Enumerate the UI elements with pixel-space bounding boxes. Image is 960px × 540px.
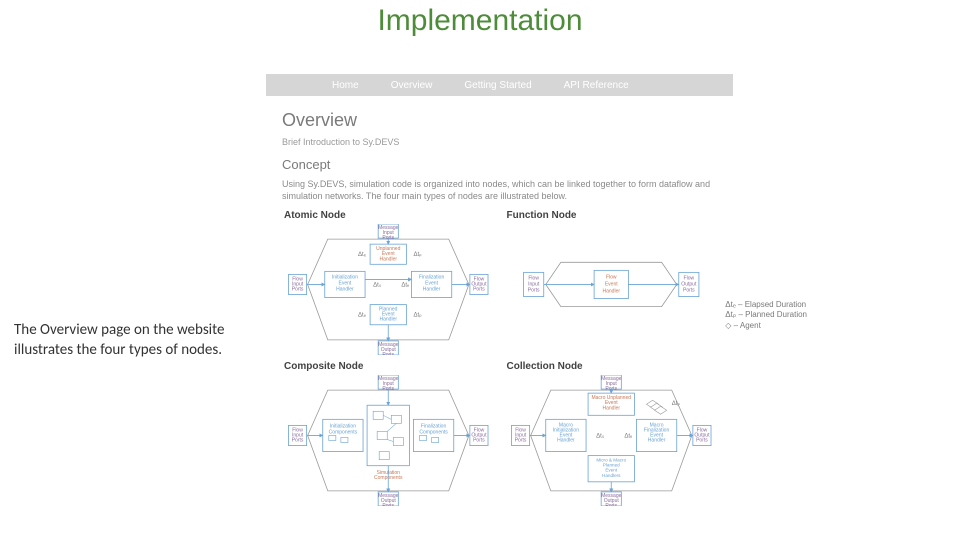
svg-text:Δtₑ: Δtₑ xyxy=(358,313,367,319)
svg-text:Δt₀: Δt₀ xyxy=(373,283,382,289)
nav-api-reference[interactable]: API Reference xyxy=(548,80,645,91)
svg-text:FlowInputPorts: FlowInputPorts xyxy=(514,428,526,444)
diagram-title: Composite Node xyxy=(284,361,363,372)
diagram-function-node: Function Node FlowInputPorts FlowOutputP… xyxy=(505,210,718,355)
navbar: Home Overview Getting Started API Refere… xyxy=(266,74,733,96)
svg-text:Δtₚ: Δtₚ xyxy=(671,402,680,408)
svg-text:FlowInputPorts: FlowInputPorts xyxy=(527,276,539,294)
legend-item: ◇ – Agent xyxy=(725,321,807,331)
page-body: Overview Brief Introduction to Sy.DEVS C… xyxy=(266,96,733,506)
browser-screenshot: Home Overview Getting Started API Refere… xyxy=(266,74,733,534)
legend-item: Δtₑ – Elapsed Duration xyxy=(725,300,807,310)
svg-text:Δtₑ: Δtₑ xyxy=(401,283,410,289)
diagram-collection-node: Collection Node MessageInputPorts Messag… xyxy=(505,361,718,506)
svg-text:Δt₀: Δt₀ xyxy=(596,434,605,440)
svg-text:FinalizationComponents: FinalizationComponents xyxy=(419,424,448,436)
diagram-title: Collection Node xyxy=(507,361,583,372)
svg-text:Δtₑ: Δtₑ xyxy=(358,253,367,259)
svg-text:FlowInputPorts: FlowInputPorts xyxy=(292,428,304,444)
legend: Δtₑ – Elapsed Duration Δtₚ – Planned Dur… xyxy=(725,300,807,331)
page-subheading: Brief Introduction to Sy.DEVS xyxy=(282,137,717,147)
nav-getting-started[interactable]: Getting Started xyxy=(448,80,547,91)
diagram-composite-node: Composite Node MessageInputPorts Message… xyxy=(282,361,495,506)
section-heading: Concept xyxy=(282,157,717,172)
slide-caption: The Overview page on the website illustr… xyxy=(14,320,254,361)
nav-home[interactable]: Home xyxy=(316,80,375,91)
page-heading: Overview xyxy=(282,110,717,131)
diagrams-grid: Atomic Node MessageInputPorts MessageOut… xyxy=(282,210,717,506)
section-paragraph: Using Sy.DEVS, simulation code is organi… xyxy=(282,178,717,202)
nav-overview[interactable]: Overview xyxy=(375,80,449,91)
diagram-title: Function Node xyxy=(507,210,577,221)
diagram-title: Atomic Node xyxy=(284,210,346,221)
svg-text:InitializationComponents: InitializationComponents xyxy=(329,424,358,436)
svg-text:FlowInputPorts: FlowInputPorts xyxy=(292,277,304,293)
svg-text:Δtₚ: Δtₚ xyxy=(413,313,422,319)
diagram-atomic-node: Atomic Node MessageInputPorts MessageOut… xyxy=(282,210,495,355)
slide-title: Implementation xyxy=(0,4,960,38)
legend-item: Δtₚ – Planned Duration xyxy=(725,310,807,320)
svg-text:Δtₑ: Δtₑ xyxy=(624,434,633,440)
svg-text:Δtₚ: Δtₚ xyxy=(413,253,422,259)
